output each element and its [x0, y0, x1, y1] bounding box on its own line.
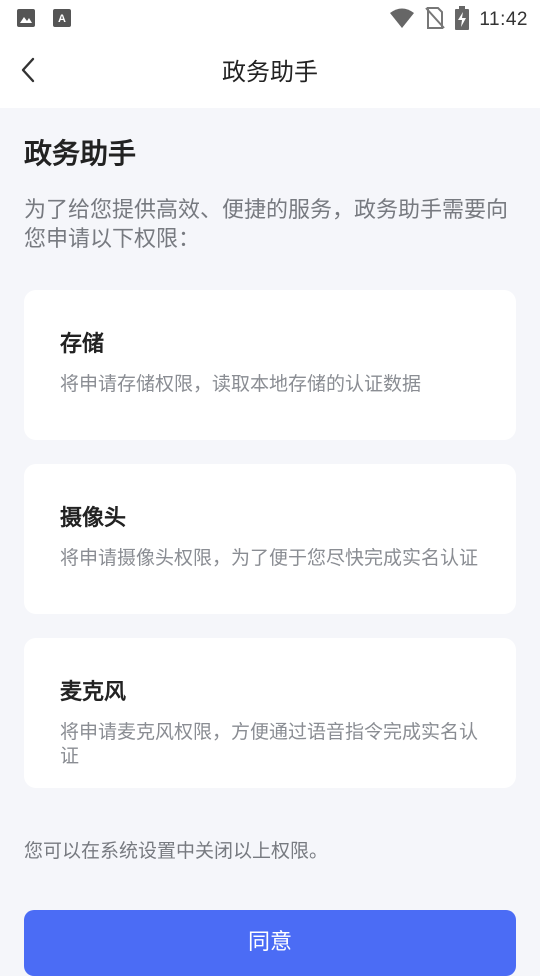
svg-text:A: A	[58, 13, 66, 25]
status-system: 11:42	[389, 6, 528, 34]
permission-title: 存储	[60, 332, 105, 357]
permission-card-microphone: 麦克风 将申请麦克风权限，方便通过语音指令完成实名认证	[24, 638, 516, 788]
battery-charging-icon	[455, 6, 470, 34]
permission-title: 麦克风	[60, 680, 127, 705]
status-bar: A 11:42	[0, 0, 540, 36]
status-time: 11:42	[479, 9, 528, 30]
permission-card-storage: 存储 将申请存储权限，读取本地存储的认证数据	[24, 290, 516, 440]
permission-title: 摄像头	[60, 506, 127, 531]
intro-text: 为了给您提供高效、便捷的服务，政务助手需要向您申请以下权限：	[24, 198, 509, 252]
no-sim-icon	[425, 6, 446, 34]
status-notifications: A	[16, 8, 72, 32]
permission-content: 政务助手 为了给您提供高效、便捷的服务，政务助手需要向您申请以下权限： 存储 将…	[0, 108, 540, 976]
wifi-icon	[389, 7, 415, 33]
footer-note: 您可以在系统设置中关闭以上权限。	[24, 840, 329, 862]
nav-title: 政务助手	[222, 58, 318, 86]
image-icon	[16, 8, 36, 32]
page-heading: 政务助手	[24, 137, 137, 170]
text-a-icon: A	[52, 8, 72, 32]
permission-desc: 将申请存储权限，读取本地存储的认证数据	[60, 373, 422, 395]
permission-desc: 将申请麦克风权限，方便通过语音指令完成实名认证	[60, 721, 479, 767]
agree-button[interactable]: 同意	[24, 910, 516, 976]
permission-desc: 将申请摄像头权限，为了便于您尽快完成实名认证	[60, 547, 479, 569]
permission-card-camera: 摄像头 将申请摄像头权限，为了便于您尽快完成实名认证	[24, 464, 516, 614]
nav-bar: 政务助手	[0, 36, 540, 108]
